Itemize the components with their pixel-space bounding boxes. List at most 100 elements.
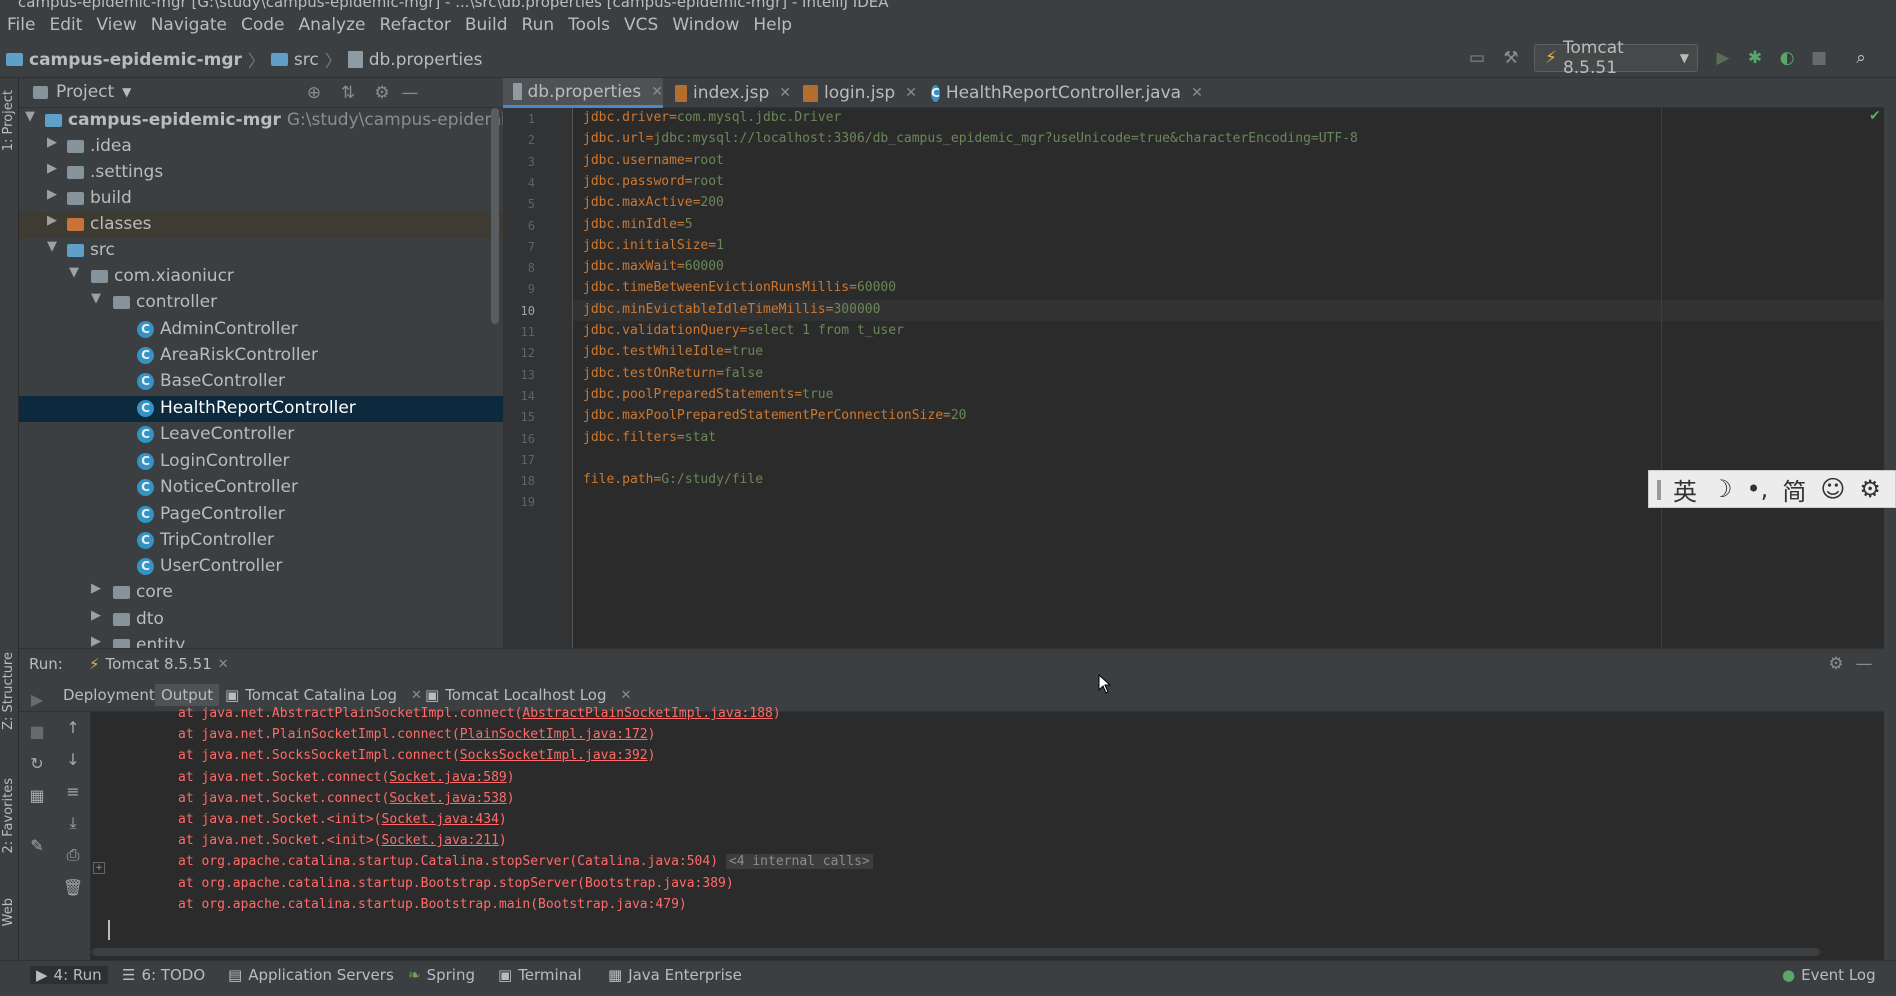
locate-icon[interactable]: ⊕ <box>303 82 325 104</box>
tab-login-jsp[interactable]: login.jsp ✕ <box>793 78 919 108</box>
breadcrumb-file[interactable]: db.properties <box>369 50 483 70</box>
source-link[interactable]: Socket.java:434 <box>382 812 499 827</box>
run-config-selector[interactable]: ⚡ Tomcat 8.5.51 ▼ <box>1534 38 1698 78</box>
tree-item[interactable]: ▶ core <box>19 580 503 606</box>
web-tool-tab[interactable]: Web <box>1 898 16 926</box>
tree-item[interactable]: ▶ .settings <box>19 160 503 186</box>
moon-icon[interactable]: ☽ <box>1711 475 1733 503</box>
tree-item[interactable]: ▼ src <box>19 238 503 264</box>
tree-item-class-selected[interactable]: C HealthReportController <box>19 396 503 422</box>
source-link[interactable]: Socket.java:211 <box>382 833 499 848</box>
source-link[interactable]: SocksSocketImpl.java:392 <box>460 748 648 763</box>
tab-localhost-log[interactable]: ▣ Tomcat Localhost Log ✕ <box>425 686 631 704</box>
scroll-to-end-icon[interactable]: ⤓ <box>62 812 84 834</box>
tree-item-class[interactable]: C TripController <box>19 528 503 554</box>
tab-deployment[interactable]: Deployment <box>63 686 155 704</box>
print-icon[interactable]: ⎙ <box>62 844 84 866</box>
tree-item-class[interactable]: C NoticeController <box>19 475 503 501</box>
menu-view[interactable]: View <box>89 15 143 35</box>
trash-icon[interactable]: 🗑 <box>62 876 84 898</box>
tree-item-class[interactable]: C AreaRiskController <box>19 343 503 369</box>
stop-icon[interactable]: ■ <box>1808 47 1830 69</box>
hide-icon[interactable]: — <box>399 82 421 104</box>
menu-navigate[interactable]: Navigate <box>144 15 234 35</box>
source-link[interactable]: PlainSocketImpl.java:172 <box>460 727 648 742</box>
rerun-icon[interactable]: ▶ <box>26 688 48 710</box>
tab-index-jsp[interactable]: index.jsp ✕ <box>665 78 791 108</box>
menu-help[interactable]: Help <box>746 15 799 35</box>
refresh-icon[interactable]: ↻ <box>26 752 48 774</box>
tool-todo[interactable]: ☰ 6: TODO <box>122 966 205 984</box>
menu-window[interactable]: Window <box>665 15 746 35</box>
console-horizontal-scrollbar[interactable] <box>92 948 1820 956</box>
search-icon[interactable]: ⌕ <box>1850 47 1872 69</box>
punctuation-toggle[interactable]: •, <box>1747 475 1769 503</box>
tool-terminal[interactable]: ▣ Terminal <box>498 966 582 984</box>
tree-root[interactable]: ▼ campus-epidemic-mgr G:\study\campus-ep… <box>19 108 556 134</box>
menu-vcs[interactable]: VCS <box>617 15 665 35</box>
tool-spring[interactable]: ❧ Spring <box>408 966 475 984</box>
tool-application-servers[interactable]: ▤ Application Servers <box>228 966 394 984</box>
project-scrollbar[interactable] <box>491 108 499 324</box>
ime-simplified-toggle[interactable]: 简 <box>1782 472 1806 507</box>
close-icon[interactable]: ✕ <box>1191 85 1203 101</box>
menu-build[interactable]: Build <box>458 15 515 35</box>
tab-output[interactable]: Output <box>155 684 220 706</box>
close-icon[interactable]: ✕ <box>218 657 229 672</box>
menu-edit[interactable]: Edit <box>42 15 89 35</box>
run-config-tab[interactable]: ⚡ Tomcat 8.5.51 ✕ <box>89 655 229 673</box>
emoji-icon[interactable]: ☺ <box>1820 475 1845 503</box>
ime-language-toggle[interactable]: 英 <box>1673 472 1697 507</box>
close-icon[interactable]: ✕ <box>411 688 422 703</box>
arrow-up-icon[interactable]: ↑ <box>62 716 84 738</box>
internal-calls-fold[interactable]: <4 internal calls> <box>725 854 873 869</box>
fold-toggle-icon[interactable]: + <box>93 862 105 874</box>
build-hammer-icon[interactable]: ⚒ <box>1500 47 1522 69</box>
tab-catalina-log[interactable]: ▣ Tomcat Catalina Log ✕ <box>225 686 422 704</box>
tree-item-class[interactable]: C PageController <box>19 502 503 528</box>
tree-item-class[interactable]: C LeaveController <box>19 422 503 448</box>
menu-tools[interactable]: Tools <box>561 15 617 35</box>
menu-file[interactable]: File <box>0 15 42 35</box>
breadcrumb-project[interactable]: campus-epidemic-mgr <box>29 50 242 70</box>
pin-icon[interactable]: ✎ <box>26 834 48 856</box>
menu-refactor[interactable]: Refactor <box>373 15 458 35</box>
breadcrumb-folder[interactable]: src <box>294 50 319 70</box>
drag-handle-icon[interactable] <box>1657 480 1661 500</box>
tree-item-class[interactable]: C UserController <box>19 554 503 580</box>
tree-item[interactable]: ▶ classes <box>19 212 503 238</box>
tab-healthreportcontroller[interactable]: C HealthReportController.java ✕ <box>921 78 1203 108</box>
gear-icon[interactable]: ⚙ <box>1825 653 1847 675</box>
collapse-all-icon[interactable]: ⇅ <box>337 82 359 104</box>
tool-event-log[interactable]: ● Event Log <box>1782 966 1876 984</box>
layout-icon[interactable]: ▭ <box>1466 47 1488 69</box>
tree-item[interactable]: ▶ dto <box>19 607 503 633</box>
tab-db-properties[interactable]: db.properties ✕ <box>503 78 663 108</box>
run-icon[interactable]: ▶ <box>1712 47 1734 69</box>
tree-item-class[interactable]: C BaseController <box>19 369 503 395</box>
source-link[interactable]: Socket.java:538 <box>389 791 506 806</box>
close-icon[interactable]: ✕ <box>779 85 791 101</box>
tree-item-class[interactable]: C LoginController <box>19 449 503 475</box>
coverage-icon[interactable]: ◐ <box>1776 47 1798 69</box>
gear-icon[interactable]: ⚙ <box>371 82 393 104</box>
project-view-selector[interactable]: Project ▼ <box>33 82 131 102</box>
close-icon[interactable]: ✕ <box>905 85 917 101</box>
source-link[interactable]: Socket.java:589 <box>389 770 506 785</box>
tree-item[interactable]: ▶ build <box>19 186 503 212</box>
close-icon[interactable]: ✕ <box>621 688 632 703</box>
tree-item[interactable]: ▶ entity <box>19 633 503 648</box>
menu-run[interactable]: Run <box>515 15 562 35</box>
arrow-down-icon[interactable]: ↓ <box>62 748 84 770</box>
tree-item[interactable]: ▼ com.xiaoniucr <box>19 264 503 290</box>
source-link[interactable]: AbstractPlainSocketImpl.java:188 <box>522 706 772 721</box>
tree-item-class[interactable]: C AdminController <box>19 317 503 343</box>
gear-icon[interactable]: ⚙ <box>1859 475 1881 503</box>
code-editor[interactable] <box>573 108 1884 648</box>
minimize-icon[interactable]: — <box>1853 653 1875 675</box>
stop-icon[interactable]: ■ <box>26 720 48 742</box>
menu-code[interactable]: Code <box>234 15 292 35</box>
debug-icon[interactable]: ✱ <box>1744 47 1766 69</box>
structure-tool-tab[interactable]: Z: Structure <box>1 652 16 730</box>
tool-java-enterprise[interactable]: ▦ Java Enterprise <box>608 966 742 984</box>
